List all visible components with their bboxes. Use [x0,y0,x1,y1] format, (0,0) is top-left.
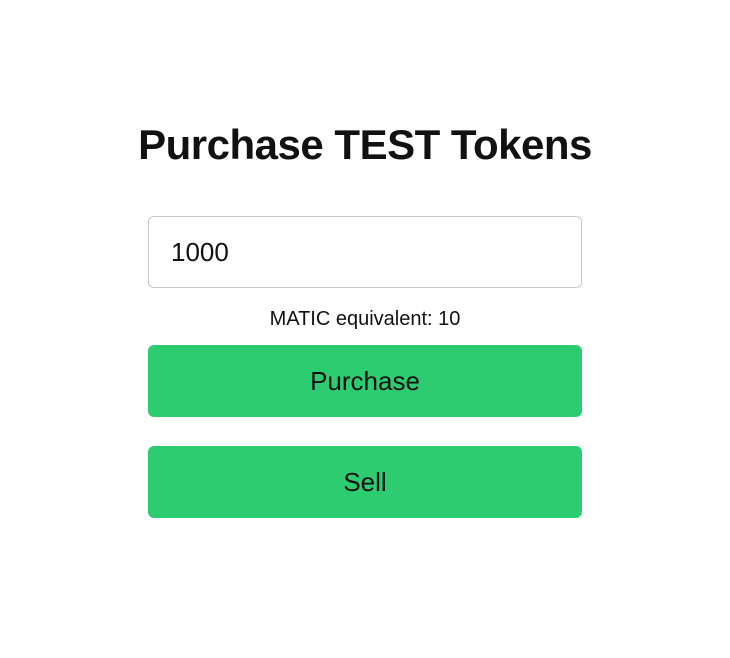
page: Purchase TEST Tokens MATIC equivalent: 1… [0,0,730,658]
sell-button[interactable]: Sell [148,446,582,518]
matic-equivalent-text: MATIC equivalent: 10 [269,308,461,330]
page-title: Purchase TEST Tokens [138,121,592,168]
purchase-button[interactable]: Purchase [148,345,582,417]
token-amount-input[interactable] [148,216,582,288]
